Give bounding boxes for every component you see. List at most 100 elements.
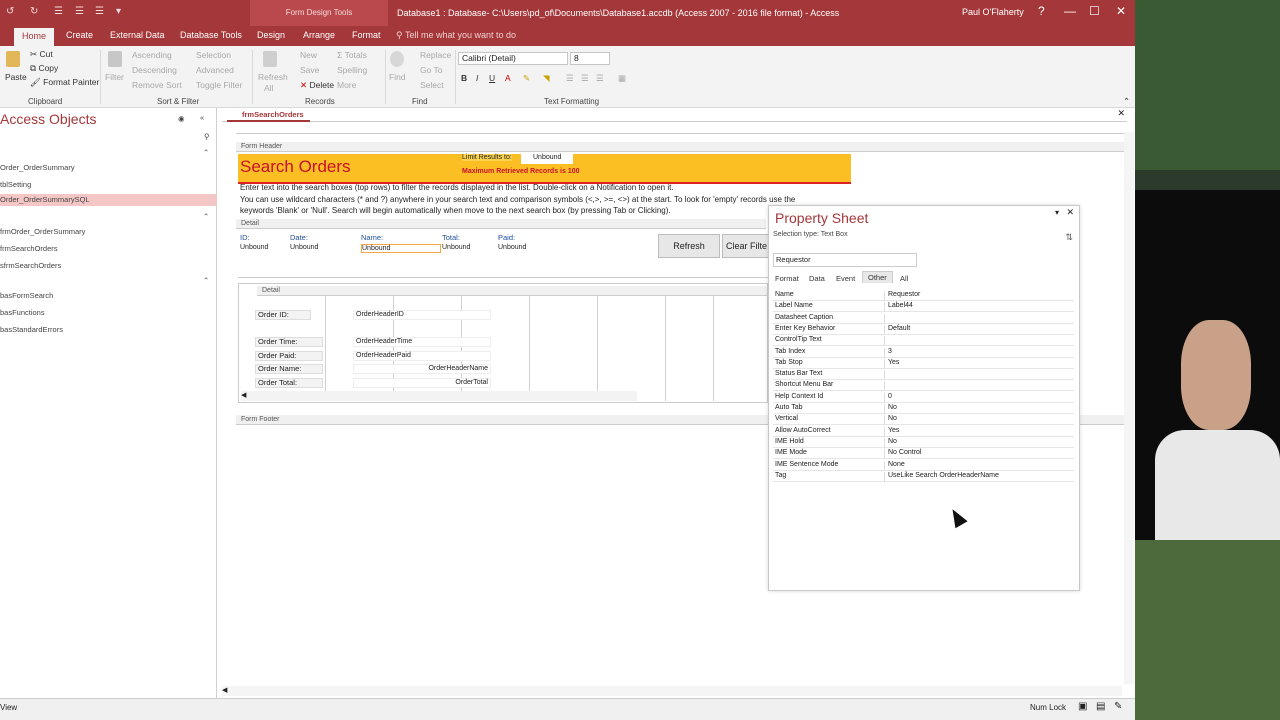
- tab-frmsearchorders[interactable]: frmSearchOrders: [227, 108, 310, 122]
- property-value[interactable]: No Control: [884, 449, 1074, 460]
- quick-access-icon-2[interactable]: ☰: [75, 6, 84, 17]
- font-color-icon[interactable]: A: [505, 73, 511, 83]
- spelling-button[interactable]: Spelling: [337, 65, 367, 75]
- tab-format[interactable]: Format: [352, 30, 381, 40]
- customize-qat-icon[interactable]: ▾: [116, 6, 121, 17]
- italic-button[interactable]: I: [476, 73, 478, 83]
- limit-label[interactable]: Limit Results to:: [462, 154, 512, 161]
- ps-tab-other[interactable]: Other: [862, 271, 893, 283]
- column-label[interactable]: Name:: [361, 233, 383, 242]
- nav-item[interactable]: basStandardErrors: [0, 325, 63, 334]
- search-box-id[interactable]: Unbound: [240, 244, 268, 251]
- limit-combo[interactable]: Unbound: [521, 154, 573, 164]
- property-row[interactable]: ControlTip Text: [773, 335, 1074, 347]
- property-value[interactable]: No: [884, 404, 1074, 414]
- property-value[interactable]: [884, 381, 1074, 392]
- property-value[interactable]: 3: [884, 347, 1074, 358]
- property-value[interactable]: Yes: [884, 426, 1074, 437]
- filter-button[interactable]: Filter: [105, 72, 124, 82]
- font-size-select[interactable]: 8: [570, 52, 610, 65]
- horizontal-scrollbar[interactable]: ◀: [222, 686, 1122, 696]
- paste-icon[interactable]: [6, 51, 20, 67]
- column-label[interactable]: ID:: [240, 233, 250, 242]
- quick-access-icon[interactable]: ☰: [54, 6, 63, 17]
- instructions-line-2[interactable]: You can use wildcard characters (* and ?…: [240, 195, 795, 204]
- search-icon[interactable]: ⚲: [204, 132, 210, 141]
- ps-tab-all[interactable]: All: [900, 274, 908, 283]
- align-right-icon[interactable]: ☰: [596, 73, 604, 84]
- minimize-button[interactable]: —: [1064, 4, 1076, 18]
- remove-sort-button[interactable]: Remove Sort: [132, 80, 182, 90]
- help-button[interactable]: ?: [1038, 4, 1045, 18]
- nav-item[interactable]: basFormSearch: [0, 291, 53, 300]
- property-row[interactable]: Tag UseLike Search OrderHeaderName: [773, 471, 1074, 482]
- delete-record-button[interactable]: ✕ Delete: [300, 80, 334, 91]
- search-box-total[interactable]: Unbound: [442, 244, 470, 251]
- save-record-button[interactable]: Save: [300, 65, 319, 75]
- tell-me-search[interactable]: ⚲ Tell me what you want to do: [396, 30, 516, 41]
- nav-menu-icon[interactable]: ◉: [178, 114, 185, 123]
- property-value[interactable]: No: [884, 437, 1074, 448]
- subform-scrollbar[interactable]: ◀: [241, 391, 637, 401]
- collapse-nav-icon[interactable]: «: [200, 113, 204, 122]
- collapse-group-icon[interactable]: ⌃: [203, 276, 209, 285]
- subform-field[interactable]: OrderHeaderTime: [353, 337, 491, 347]
- clear-filter-button[interactable]: Clear Filte: [722, 234, 770, 258]
- object-selector[interactable]: Requestor: [773, 253, 917, 267]
- gridlines-icon[interactable]: ▦: [618, 73, 626, 84]
- close-icon[interactable]: ✕: [1066, 207, 1074, 218]
- property-row[interactable]: Auto Tab No: [773, 403, 1074, 414]
- subform-detail-bar[interactable]: Detail: [257, 286, 767, 296]
- property-value[interactable]: Default: [884, 324, 1074, 335]
- toggle-filter-button[interactable]: Toggle Filter: [196, 80, 242, 90]
- user-name[interactable]: Paul O'Flaherty: [962, 7, 1024, 17]
- more-button[interactable]: More: [337, 80, 356, 90]
- paste-button[interactable]: Paste: [5, 72, 27, 82]
- column-label[interactable]: Paid:: [498, 233, 515, 242]
- property-row[interactable]: Help Context Id 0: [773, 392, 1074, 403]
- subform-label[interactable]: Order Total:: [255, 378, 323, 388]
- property-value[interactable]: No: [884, 415, 1074, 426]
- search-box-name[interactable]: Unbound: [361, 244, 441, 253]
- tab-home[interactable]: Home: [14, 28, 55, 46]
- subform-field[interactable]: OrderTotal: [353, 378, 491, 388]
- ascending-button[interactable]: Ascending: [132, 50, 172, 60]
- property-row[interactable]: Enter Key Behavior Default: [773, 324, 1074, 335]
- property-row[interactable]: Datasheet Caption: [773, 313, 1074, 324]
- instructions-line-3[interactable]: keywords 'Blank' or 'Null'. Search will …: [240, 206, 671, 215]
- form-title[interactable]: Search Orders: [240, 157, 351, 177]
- column-label[interactable]: Total:: [442, 233, 460, 242]
- property-row[interactable]: Label Name Label44: [773, 301, 1074, 313]
- highlight-icon[interactable]: ✎: [523, 73, 530, 84]
- subform-label[interactable]: Order Name:: [255, 364, 323, 374]
- property-row[interactable]: Tab Index 3: [773, 347, 1074, 358]
- descending-button[interactable]: Descending: [132, 65, 177, 75]
- ps-tab-data[interactable]: Data: [809, 274, 825, 283]
- totals-button[interactable]: Σ Totals: [337, 50, 367, 60]
- column-label[interactable]: Date:: [290, 233, 308, 242]
- collapse-group-icon[interactable]: ⌃: [203, 212, 209, 221]
- property-row[interactable]: IME Mode No Control: [773, 448, 1074, 460]
- filter-icon[interactable]: [108, 51, 122, 67]
- property-value[interactable]: [884, 370, 1074, 381]
- subform-label[interactable]: Order ID:: [255, 310, 311, 320]
- refresh-all-button[interactable]: Refresh: [258, 72, 288, 82]
- select-button[interactable]: Select: [420, 80, 444, 90]
- font-select[interactable]: Calibri (Detail): [458, 52, 568, 65]
- find-icon[interactable]: [390, 51, 404, 67]
- property-value[interactable]: Requestor: [884, 291, 1074, 301]
- collapse-ribbon-icon[interactable]: ⌃: [1123, 96, 1130, 107]
- property-row[interactable]: Allow AutoCorrect Yes: [773, 426, 1074, 437]
- replace-button[interactable]: Replace: [420, 50, 451, 60]
- refresh-button[interactable]: Refresh: [658, 234, 720, 258]
- subform-control[interactable]: Detail Order ID: OrderHeaderID Order Tim…: [238, 283, 768, 403]
- sort-icon[interactable]: ⇅: [1065, 232, 1073, 243]
- vertical-scrollbar[interactable]: [1124, 132, 1134, 684]
- close-doc-icon[interactable]: ✕: [1117, 108, 1125, 119]
- format-painter-button[interactable]: 🖌 Format Painter: [30, 77, 99, 88]
- layout-view-icon[interactable]: ▤: [1096, 701, 1105, 712]
- property-value[interactable]: UseLike Search OrderHeaderName: [884, 471, 1074, 482]
- subform-label[interactable]: Order Time:: [255, 337, 323, 347]
- nav-item[interactable]: basFunctions: [0, 308, 45, 317]
- property-value[interactable]: 0: [884, 392, 1074, 403]
